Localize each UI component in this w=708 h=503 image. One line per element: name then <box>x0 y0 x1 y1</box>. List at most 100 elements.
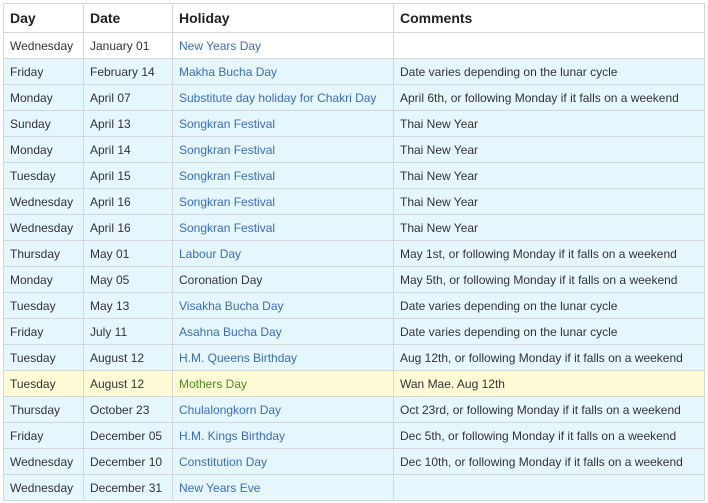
cell-comments: Thai New Year <box>393 214 705 241</box>
holiday-link[interactable]: Visakha Bucha Day <box>179 299 284 313</box>
cell-holiday: Substitute day holiday for Chakri Day <box>172 84 394 111</box>
cell-holiday: Songkran Festival <box>172 162 394 189</box>
cell-date: December 10 <box>83 448 173 475</box>
holiday-link[interactable]: Songkran Festival <box>179 221 275 235</box>
cell-holiday: Chulalongkorn Day <box>172 396 394 423</box>
cell-day: Tuesday <box>3 344 84 371</box>
column-header-comments: Comments <box>393 3 705 33</box>
table-row: Tuesday August 12 H.M. Queens Birthday Aug … <box>3 344 705 371</box>
holiday-link[interactable]: Songkran Festival <box>179 195 275 209</box>
cell-day: Friday <box>3 318 84 345</box>
holiday-link[interactable]: Chulalongkorn Day <box>179 403 281 417</box>
cell-day: Thursday <box>3 396 84 423</box>
cell-day: Tuesday <box>3 162 84 189</box>
table-row: Monday May 05 Coronation Day May 5th, or fo… <box>3 266 705 293</box>
cell-date: May 01 <box>83 240 173 267</box>
cell-holiday: Labour Day <box>172 240 394 267</box>
table-row: Tuesday April 15 Songkran Festival Thai New… <box>3 162 705 189</box>
cell-holiday: H.M. Queens Birthday <box>172 344 394 371</box>
holiday-link[interactable]: Labour Day <box>179 247 241 261</box>
cell-comments: Dec 10th, or following Monday if it fall… <box>393 448 705 475</box>
cell-date: April 15 <box>83 162 173 189</box>
cell-date: October 23 <box>83 396 173 423</box>
cell-holiday: Songkran Festival <box>172 136 394 163</box>
cell-holiday: Constitution Day <box>172 448 394 475</box>
holiday-link[interactable]: New Years Eve <box>179 481 260 495</box>
cell-day: Tuesday <box>3 292 84 319</box>
holiday-link[interactable]: New Years Day <box>179 39 261 53</box>
holiday-name: Mothers Day <box>179 376 248 391</box>
table-row: Thursday October 23 Chulalongkorn Day Oct 2… <box>3 396 705 423</box>
cell-holiday: Asahna Bucha Day <box>172 318 394 345</box>
cell-day: Monday <box>3 136 84 163</box>
holiday-link[interactable]: Makha Bucha Day <box>179 65 277 79</box>
table-row: Tuesday August 12 Mothers Day Wan Mae. Aug … <box>3 370 705 397</box>
holiday-link[interactable]: Substitute day holiday for Chakri Day <box>179 91 376 105</box>
holidays-table: Day Date Holiday Comments Wednesday Janua… <box>3 3 705 501</box>
cell-holiday: Songkran Festival <box>172 214 394 241</box>
cell-comments: Thai New Year <box>393 188 705 215</box>
cell-date: May 05 <box>83 266 173 293</box>
cell-day: Wednesday <box>3 32 84 59</box>
holiday-link[interactable]: Songkran Festival <box>179 169 275 183</box>
holiday-link[interactable]: Songkran Festival <box>179 143 275 157</box>
holiday-link[interactable]: H.M. Kings Birthday <box>179 429 285 443</box>
cell-comments: Oct 23rd, or following Monday if it fall… <box>393 396 705 423</box>
table-row: Wednesday December 31 New Years Eve <box>3 474 705 501</box>
cell-comments: Thai New Year <box>393 136 705 163</box>
table-row: Friday February 14 Makha Bucha Day Date var… <box>3 58 705 85</box>
cell-date: April 13 <box>83 110 173 137</box>
cell-date: April 14 <box>83 136 173 163</box>
cell-comments <box>393 32 705 59</box>
column-header-date: Date <box>83 3 173 33</box>
cell-day: Monday <box>3 266 84 293</box>
table-header-row: Day Date Holiday Comments <box>3 3 705 33</box>
cell-date: May 13 <box>83 292 173 319</box>
cell-comments: April 6th, or following Monday if it fal… <box>393 84 705 111</box>
cell-holiday: Mothers Day <box>172 370 394 397</box>
cell-comments: Wan Mae. Aug 12th <box>393 370 705 397</box>
table-row: Monday April 07 Substitute day holiday for… <box>3 84 705 111</box>
cell-comments: Dec 5th, or following Monday if it falls… <box>393 422 705 449</box>
cell-date: July 11 <box>83 318 173 345</box>
cell-comments: Thai New Year <box>393 110 705 137</box>
table-row: Sunday April 13 Songkran Festival Thai New … <box>3 110 705 137</box>
cell-holiday: Visakha Bucha Day <box>172 292 394 319</box>
holiday-link[interactable]: Songkran Festival <box>179 117 275 131</box>
holiday-link[interactable]: H.M. Queens Birthday <box>179 351 297 365</box>
cell-date: December 31 <box>83 474 173 501</box>
holiday-link[interactable]: Constitution Day <box>179 455 267 469</box>
cell-holiday: Songkran Festival <box>172 110 394 137</box>
cell-day: Wednesday <box>3 448 84 475</box>
cell-day: Friday <box>3 58 84 85</box>
cell-day: Sunday <box>3 110 84 137</box>
cell-day: Friday <box>3 422 84 449</box>
cell-comments: Date varies depending on the lunar cycle <box>393 292 705 319</box>
cell-comments: May 5th, or following Monday if it falls… <box>393 266 705 293</box>
table-row: Friday July 11 Asahna Bucha Day Date varies… <box>3 318 705 345</box>
cell-comments: Aug 12th, or following Monday if it fall… <box>393 344 705 371</box>
table-body: Wednesday January 01 New Years Day Friday Fe… <box>3 32 705 501</box>
cell-comments: Date varies depending on the lunar cycle <box>393 58 705 85</box>
cell-holiday: H.M. Kings Birthday <box>172 422 394 449</box>
cell-holiday: Coronation Day <box>172 266 394 293</box>
holiday-link[interactable]: Asahna Bucha Day <box>179 325 282 339</box>
cell-date: January 01 <box>83 32 173 59</box>
cell-comments <box>393 474 705 501</box>
cell-comments: Date varies depending on the lunar cycle <box>393 318 705 345</box>
cell-date: August 12 <box>83 370 173 397</box>
cell-day: Wednesday <box>3 188 84 215</box>
cell-day: Monday <box>3 84 84 111</box>
holiday-name: Coronation Day <box>179 272 263 287</box>
table-row: Tuesday May 13 Visakha Bucha Day Date varie… <box>3 292 705 319</box>
cell-day: Wednesday <box>3 214 84 241</box>
table-row: Monday April 14 Songkran Festival Thai New … <box>3 136 705 163</box>
cell-date: December 05 <box>83 422 173 449</box>
table-row: Thursday May 01 Labour Day May 1st, or foll… <box>3 240 705 267</box>
cell-holiday: Makha Bucha Day <box>172 58 394 85</box>
column-header-holiday: Holiday <box>172 3 394 33</box>
cell-holiday: Songkran Festival <box>172 188 394 215</box>
column-header-day: Day <box>3 3 84 33</box>
cell-day: Wednesday <box>3 474 84 501</box>
table-row: Wednesday January 01 New Years Day <box>3 32 705 59</box>
